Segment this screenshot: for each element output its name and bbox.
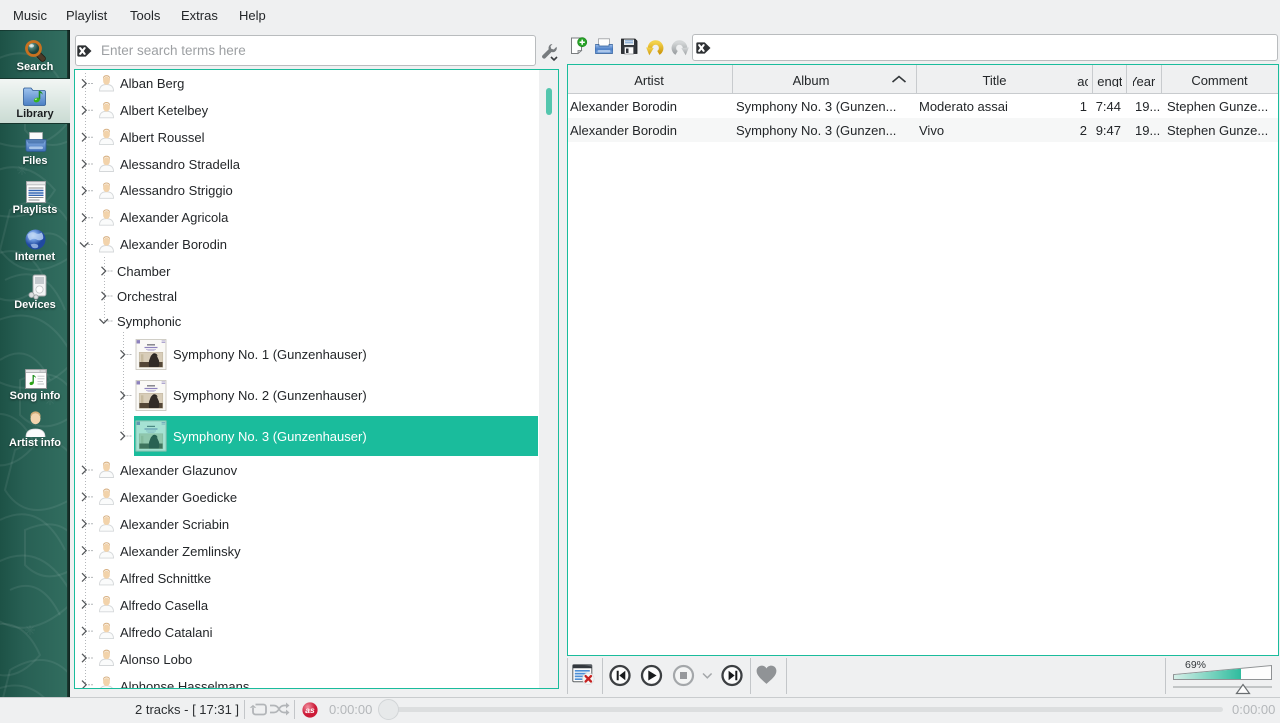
svg-text:as: as <box>305 705 315 715</box>
